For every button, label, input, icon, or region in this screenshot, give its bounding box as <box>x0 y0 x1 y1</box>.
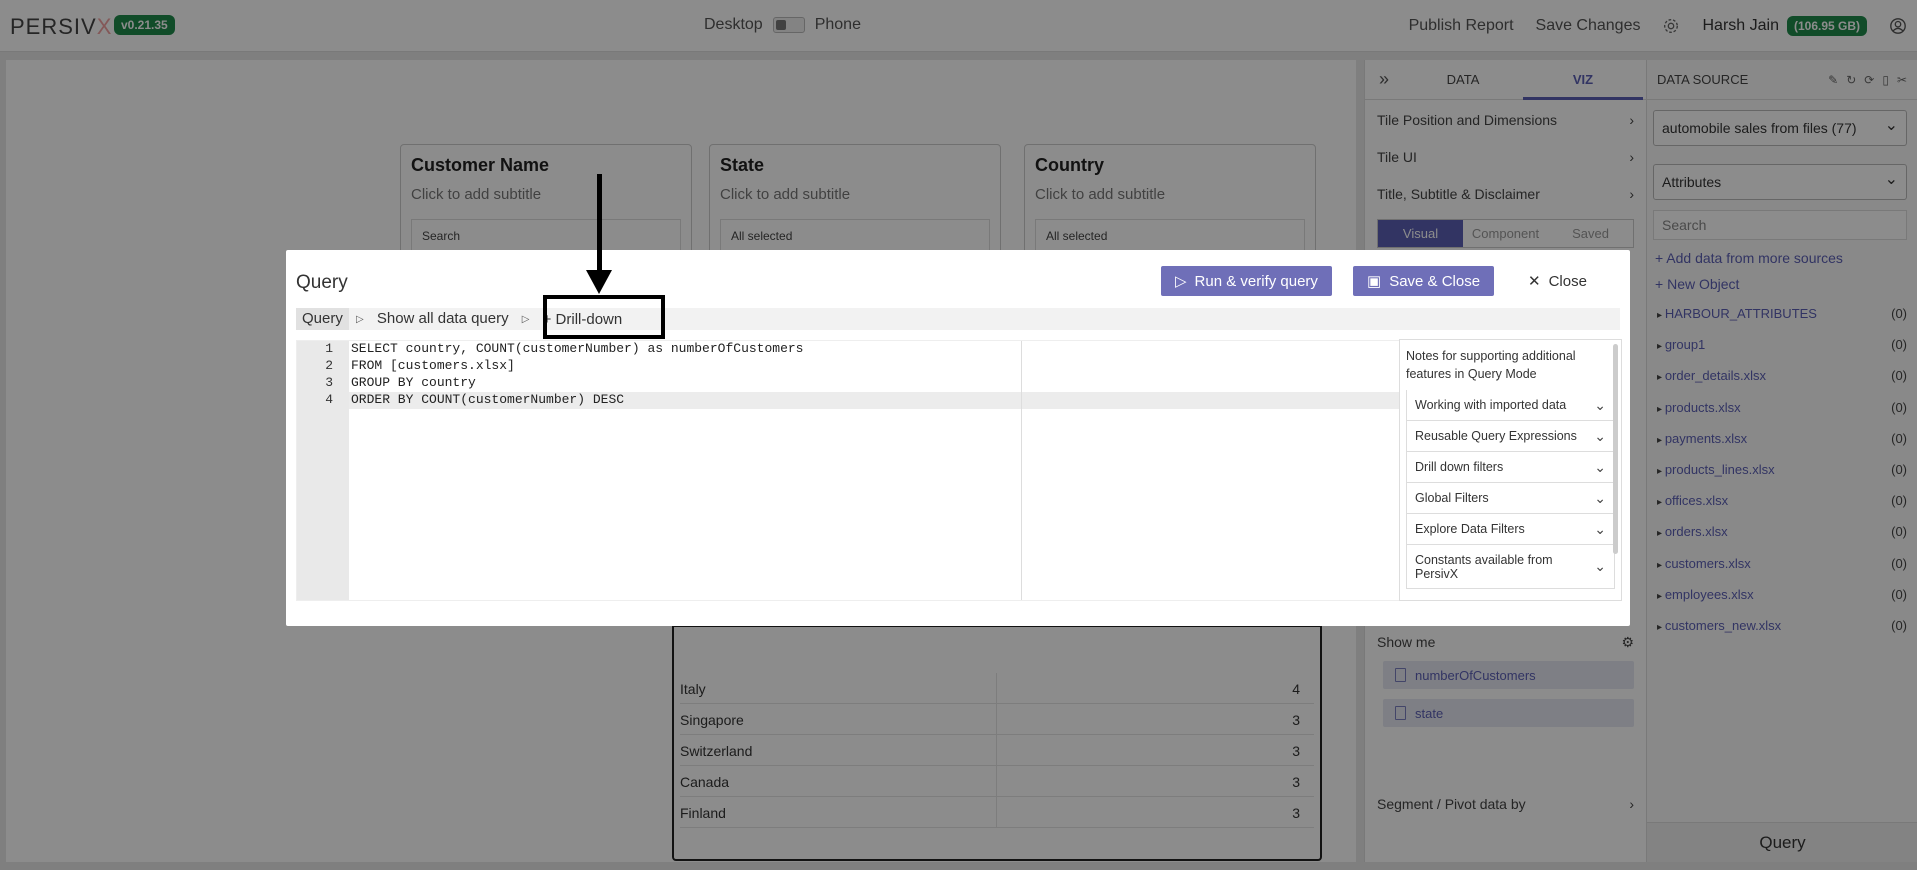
note-item-imported-data[interactable]: Working with imported data ⌄ <box>1406 390 1615 421</box>
annotation-arrow-shaft <box>597 174 602 274</box>
close-button[interactable]: ✕ Close <box>1514 266 1601 296</box>
note-item-global-filters[interactable]: Global Filters ⌄ <box>1406 483 1615 514</box>
chevron-down-icon: ⌄ <box>1594 520 1606 537</box>
modal-title: Query <box>296 272 348 293</box>
line-number: 3 <box>325 375 333 390</box>
tab-show-all-data-query[interactable]: Show all data query <box>371 308 515 330</box>
annotation-highlight-box <box>543 295 665 339</box>
chevron-down-icon: ⌄ <box>1594 396 1606 413</box>
chevron-down-icon: ⌄ <box>1594 458 1606 475</box>
notes-title: Notes for supporting additional features… <box>1406 349 1576 381</box>
query-modal: Query ▷ Run & verify query ▣ Save & Close … <box>286 250 1630 626</box>
sql-editor[interactable]: 1 2 3 4 SELECT country, COUNT(customerNu… <box>296 340 1401 601</box>
code-line[interactable]: SELECT country, COUNT(customerNumber) as… <box>351 341 803 356</box>
print-margin <box>1021 341 1022 600</box>
line-number: 4 <box>325 392 333 407</box>
triangle-right-icon: ▷ <box>521 313 530 325</box>
code-line[interactable]: GROUP BY country <box>351 375 476 390</box>
line-number: 1 <box>325 341 333 356</box>
query-tabs: Query ▷ Show all data query ▷ + Drill-do… <box>296 308 1620 330</box>
chevron-down-icon: ⌄ <box>1594 489 1606 506</box>
code-line[interactable]: FROM [customers.xlsx] <box>351 358 515 373</box>
play-icon: ▷ <box>1175 273 1187 290</box>
run-verify-query-button[interactable]: ▷ Run & verify query <box>1161 266 1332 296</box>
annotation-arrow-head <box>586 270 612 294</box>
chevron-down-icon: ⌄ <box>1594 427 1606 444</box>
triangle-right-icon: ▷ <box>356 313 364 325</box>
line-number: 2 <box>325 358 333 373</box>
note-item-explore-data-filters[interactable]: Explore Data Filters ⌄ <box>1406 514 1615 545</box>
close-icon: ✕ <box>1528 273 1541 290</box>
tab-query[interactable]: Query <box>296 308 349 330</box>
save-icon: ▣ <box>1367 273 1382 290</box>
notes-scrollbar[interactable] <box>1613 344 1618 554</box>
save-close-button[interactable]: ▣ Save & Close <box>1353 266 1495 296</box>
note-item-reusable-expressions[interactable]: Reusable Query Expressions ⌄ <box>1406 421 1615 452</box>
note-item-constants[interactable]: Constants available from PersivX ⌄ <box>1406 545 1615 589</box>
code-line[interactable]: ORDER BY COUNT(customerNumber) DESC <box>351 392 624 407</box>
chevron-down-icon: ⌄ <box>1594 558 1606 574</box>
query-notes-panel: Notes for supporting additional features… <box>1399 339 1622 601</box>
note-item-drill-down-filters[interactable]: Drill down filters ⌄ <box>1406 452 1615 483</box>
